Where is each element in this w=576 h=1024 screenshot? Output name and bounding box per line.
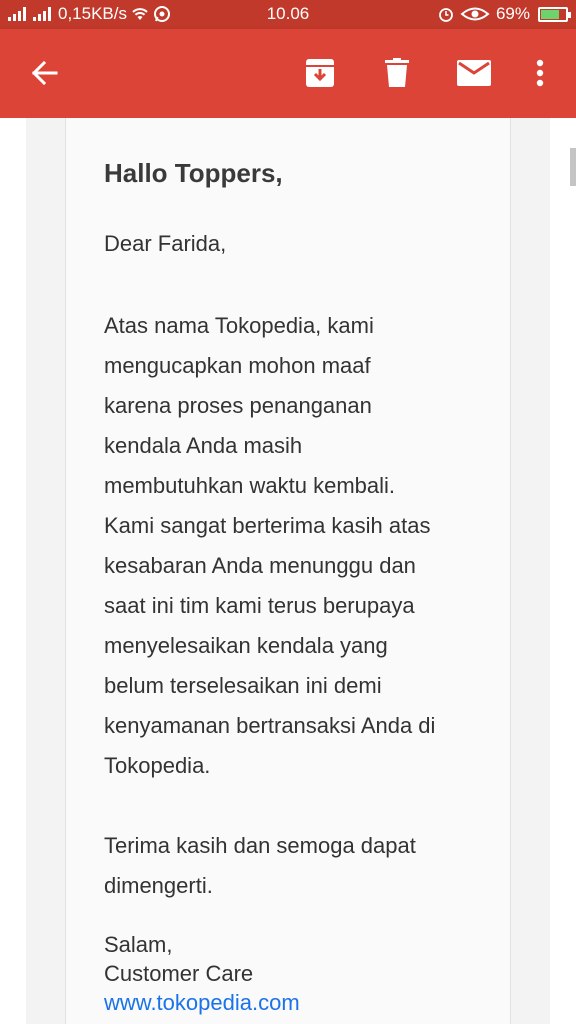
body-line: kenyamanan bertransaksi Anda di: [104, 713, 436, 738]
body-line: membutuhkan waktu kembali.: [104, 473, 396, 498]
email-content[interactable]: Hallo Toppers, Dear Farida, Atas nama To…: [0, 118, 576, 1024]
closing-line: dimengerti.: [104, 873, 213, 898]
scrollbar-thumb[interactable]: [570, 148, 576, 186]
more-vert-icon: [536, 59, 544, 87]
delete-button[interactable]: [377, 53, 417, 93]
body-line: kendala Anda masih: [104, 433, 303, 458]
email-greeting: Hallo Toppers,: [104, 158, 283, 188]
battery-icon: [538, 6, 571, 22]
body-line: mengucapkan mohon maaf: [104, 353, 371, 378]
email-body-paragraph: Atas nama Tokopedia, kami mengucapkan mo…: [104, 306, 484, 786]
archive-button[interactable]: [300, 53, 340, 93]
back-button[interactable]: [24, 53, 64, 93]
status-right: 69%: [438, 4, 571, 24]
email-signature: Salam, Customer Care www.tokopedia.com: [104, 930, 484, 1017]
email-salutation: Dear Farida,: [104, 231, 227, 256]
body-line: Tokopedia.: [104, 753, 211, 778]
signoff-text: Salam,: [104, 932, 173, 957]
body-line: Kami sangat berterima kasih atas: [104, 513, 431, 538]
closing-line: Terima kasih dan semoga dapat: [104, 833, 416, 858]
more-options-button[interactable]: [520, 53, 560, 93]
trash-icon: [385, 58, 409, 87]
app-toolbar: [0, 29, 576, 118]
email-closing-paragraph: Terima kasih dan semoga dapat dimengerti…: [104, 826, 484, 906]
tokopedia-link[interactable]: www.tokopedia.com: [104, 990, 300, 1015]
battery-percent: 69%: [495, 4, 530, 23]
body-line: saat ini tim kami terus berupaya: [104, 593, 415, 618]
body-line: menyelesaikan kendala yang: [104, 633, 388, 658]
arrow-left-icon: [31, 60, 58, 86]
mail-icon: [457, 60, 491, 86]
mark-unread-button[interactable]: [454, 53, 494, 93]
sender-name: Customer Care: [104, 961, 254, 986]
eye-icon: [460, 7, 490, 21]
archive-icon: [306, 59, 334, 87]
body-line: kesabaran Anda menunggu dan: [104, 553, 416, 578]
body-line: karena proses penanganan: [104, 393, 372, 418]
alarm-icon: [439, 8, 453, 22]
body-line: Atas nama Tokopedia, kami: [104, 313, 374, 338]
body-line: belum terselesaikan ini demi: [104, 673, 382, 698]
status-bar: 0,15KB/s 10.06 69%: [0, 0, 576, 29]
